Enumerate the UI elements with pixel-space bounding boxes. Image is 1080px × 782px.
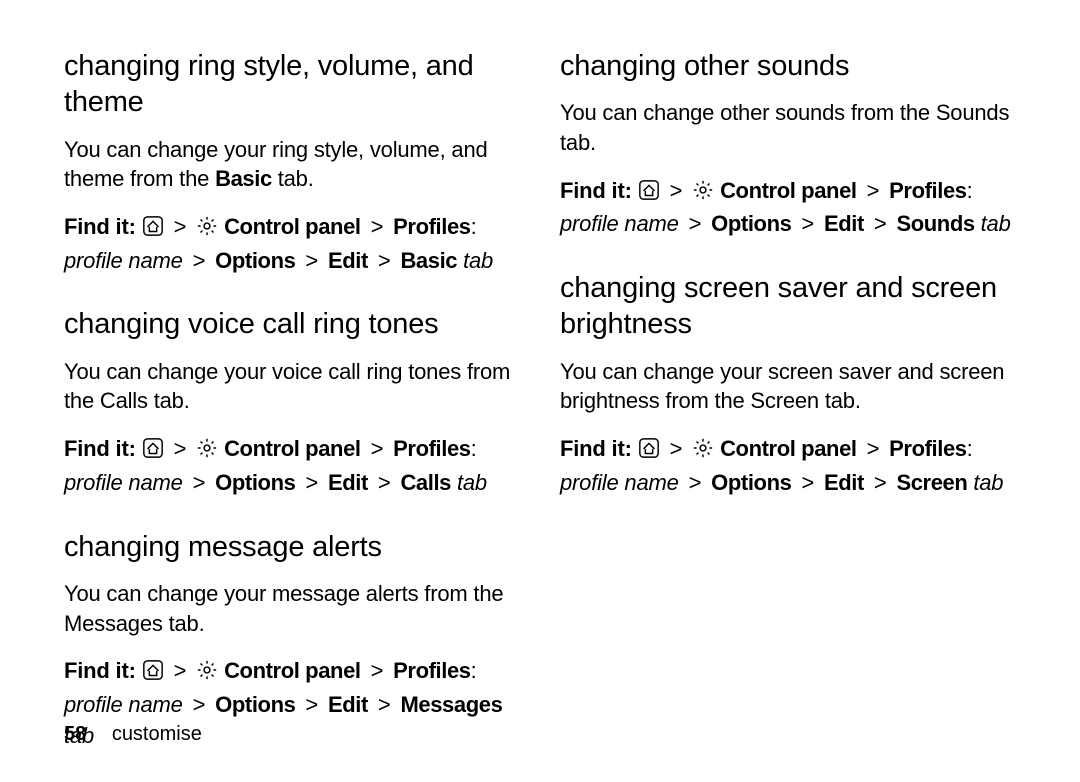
separator: > (367, 658, 388, 683)
separator: > (301, 692, 322, 717)
separator: > (189, 692, 210, 717)
heading-other-sounds: changing other sounds (560, 48, 1016, 84)
separator: > (301, 470, 322, 495)
separator: > (870, 470, 891, 495)
options-label: Options (215, 248, 295, 273)
profiles-label: Profiles (889, 178, 967, 203)
control-panel-label: Control panel (224, 436, 361, 461)
control-panel-label: Control panel (224, 214, 361, 239)
heading-voice-call: changing voice call ring tones (64, 306, 520, 342)
separator: > (367, 214, 388, 239)
findit-screen-saver: Find it: > Control panel > Profiles: pro… (560, 434, 1016, 499)
profile-name: profile name (560, 211, 679, 236)
findit-ring-style: Find it: > Control panel > Profiles: pro… (64, 212, 520, 277)
body-ring-style: You can change your ring style, volume, … (64, 135, 520, 194)
findit-label: Find it: (560, 178, 632, 203)
separator: > (685, 470, 706, 495)
findit-other-sounds: Find it: > Control panel > Profiles: pro… (560, 176, 1016, 241)
findit-label: Find it: (64, 436, 136, 461)
home-icon (638, 437, 660, 468)
separator: > (170, 658, 191, 683)
findit-label: Find it: (64, 214, 136, 239)
body-screen-saver: You can change your screen saver and scr… (560, 357, 1016, 416)
separator: > (797, 470, 818, 495)
options-label: Options (215, 692, 295, 717)
column-right: changing other sounds You can change oth… (560, 48, 1016, 782)
separator: > (666, 436, 687, 461)
separator: > (797, 211, 818, 236)
section-name: customise (112, 723, 202, 745)
tab-name: Basic (400, 248, 457, 273)
home-icon (142, 437, 164, 468)
edit-label: Edit (824, 470, 864, 495)
edit-label: Edit (328, 692, 368, 717)
gear-icon (692, 437, 714, 468)
separator: > (170, 436, 191, 461)
tab-word: tab (973, 470, 1003, 495)
profile-name: profile name (64, 470, 183, 495)
control-panel-label: Control panel (720, 178, 857, 203)
body-bold: Basic (215, 166, 272, 191)
separator: > (374, 692, 395, 717)
tab-name: Messages (400, 692, 502, 717)
tab-name: Sounds (896, 211, 974, 236)
tab-name: Calls (400, 470, 451, 495)
control-panel-label: Control panel (720, 436, 857, 461)
separator: > (301, 248, 322, 273)
options-label: Options (711, 211, 791, 236)
profile-name: profile name (64, 692, 183, 717)
heading-screen-saver: changing screen saver and screen brightn… (560, 270, 1016, 343)
separator: > (870, 211, 891, 236)
footer: 58 customise (64, 723, 202, 746)
separator: > (863, 436, 884, 461)
gear-icon (196, 215, 218, 246)
findit-label: Find it: (560, 436, 632, 461)
separator: > (367, 436, 388, 461)
separator: > (374, 248, 395, 273)
edit-label: Edit (328, 470, 368, 495)
options-label: Options (215, 470, 295, 495)
separator: > (189, 248, 210, 273)
separator: > (666, 178, 687, 203)
findit-voice-call: Find it: > Control panel > Profiles: pro… (64, 434, 520, 499)
page-number: 58 (64, 723, 86, 745)
heading-message-alerts: changing message alerts (64, 529, 520, 565)
tab-name: Screen (896, 470, 967, 495)
tab-word: tab (457, 470, 487, 495)
body-message-alerts: You can change your message alerts from … (64, 579, 520, 638)
profiles-label: Profiles (889, 436, 967, 461)
edit-label: Edit (824, 211, 864, 236)
gear-icon (196, 437, 218, 468)
separator: > (189, 470, 210, 495)
separator: > (685, 211, 706, 236)
edit-label: Edit (328, 248, 368, 273)
home-icon (142, 659, 164, 690)
body-voice-call: You can change your voice call ring tone… (64, 357, 520, 416)
tab-word: tab (981, 211, 1011, 236)
columns: changing ring style, volume, and theme Y… (64, 48, 1016, 782)
gear-icon (196, 659, 218, 690)
options-label: Options (711, 470, 791, 495)
page: changing ring style, volume, and theme Y… (0, 0, 1080, 766)
separator: > (170, 214, 191, 239)
profile-name: profile name (560, 470, 679, 495)
home-icon (638, 179, 660, 210)
gear-icon (692, 179, 714, 210)
tab-word: tab (463, 248, 493, 273)
profiles-label: Profiles (393, 436, 471, 461)
body-text-post: tab. (272, 166, 314, 191)
findit-label: Find it: (64, 658, 136, 683)
column-left: changing ring style, volume, and theme Y… (64, 48, 520, 782)
profiles-label: Profiles (393, 214, 471, 239)
separator: > (374, 470, 395, 495)
profile-name: profile name (64, 248, 183, 273)
profiles-label: Profiles (393, 658, 471, 683)
separator: > (863, 178, 884, 203)
body-other-sounds: You can change other sounds from the Sou… (560, 98, 1016, 157)
home-icon (142, 215, 164, 246)
control-panel-label: Control panel (224, 658, 361, 683)
heading-ring-style: changing ring style, volume, and theme (64, 48, 520, 121)
